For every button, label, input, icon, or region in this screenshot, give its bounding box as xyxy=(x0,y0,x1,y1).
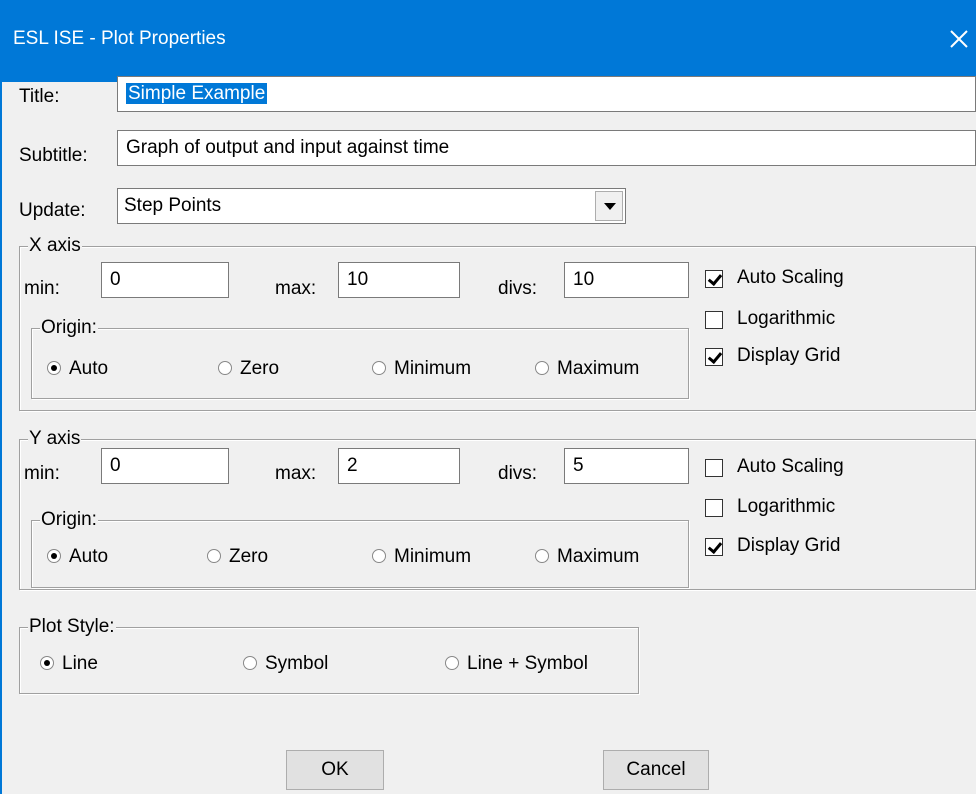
x-max-input[interactable]: 10 xyxy=(338,262,460,298)
title-bar: ESL ISE - Plot Properties xyxy=(0,0,976,82)
y-logarithmic-label: Logarithmic xyxy=(737,496,836,517)
checkbox-checked-icon xyxy=(705,538,723,556)
title-input-value: Simple Example xyxy=(126,83,268,104)
radio-icon xyxy=(535,549,549,563)
radio-selected-icon xyxy=(47,549,61,563)
checkbox-icon xyxy=(705,311,723,329)
x-origin-legend: Origin: xyxy=(40,317,98,339)
title-input[interactable]: Simple Example xyxy=(117,76,976,112)
x-logarithmic-label: Logarithmic xyxy=(737,308,836,329)
checkbox-checked-icon xyxy=(705,348,723,366)
x-min-input[interactable]: 0 xyxy=(101,262,229,298)
x-origin-minimum-label: Minimum xyxy=(394,358,472,379)
y-axis-legend: Y axis xyxy=(28,428,82,450)
radio-selected-icon xyxy=(40,656,54,670)
y-origin-zero-label: Zero xyxy=(229,546,269,567)
x-auto-scaling-label: Auto Scaling xyxy=(737,267,844,288)
y-divs-label: divs: xyxy=(498,463,538,484)
y-auto-scaling-label: Auto Scaling xyxy=(737,456,844,477)
x-origin-maximum-label: Maximum xyxy=(557,358,640,379)
x-origin-zero-label: Zero xyxy=(240,358,280,379)
plot-style-line-label: Line xyxy=(62,653,98,674)
plot-style-line-symbol-label: Line + Symbol xyxy=(467,653,588,674)
y-display-grid-label: Display Grid xyxy=(737,535,841,556)
subtitle-input[interactable]: Graph of output and input against time xyxy=(117,130,976,166)
radio-icon xyxy=(445,656,459,670)
title-label: Title: xyxy=(19,86,60,107)
y-origin-minimum-label: Minimum xyxy=(394,546,472,567)
y-origin-maximum-label: Maximum xyxy=(557,546,640,567)
radio-icon xyxy=(243,656,257,670)
subtitle-label: Subtitle: xyxy=(19,145,88,166)
close-icon[interactable] xyxy=(944,24,974,54)
x-divs-input[interactable]: 10 xyxy=(564,262,689,298)
y-min-label: min: xyxy=(24,463,60,484)
window-border xyxy=(0,82,2,794)
chevron-down-icon[interactable] xyxy=(595,191,623,221)
checkbox-checked-icon xyxy=(705,270,723,288)
y-max-input[interactable]: 2 xyxy=(338,448,460,484)
update-label: Update: xyxy=(19,200,86,221)
update-dropdown[interactable]: Step Points xyxy=(117,188,626,224)
y-origin-auto-label: Auto xyxy=(69,546,109,567)
radio-selected-icon xyxy=(47,361,61,375)
x-display-grid-label: Display Grid xyxy=(737,345,841,366)
x-max-label: max: xyxy=(275,278,317,299)
y-max-label: max: xyxy=(275,463,317,484)
ok-button[interactable]: OK xyxy=(286,750,384,790)
x-divs-label: divs: xyxy=(498,278,538,299)
x-axis-legend: X axis xyxy=(28,235,82,257)
radio-icon xyxy=(372,549,386,563)
x-min-label: min: xyxy=(24,278,60,299)
y-origin-legend: Origin: xyxy=(40,509,98,531)
y-divs-input[interactable]: 5 xyxy=(564,448,689,484)
window-title: ESL ISE - Plot Properties xyxy=(13,28,226,49)
radio-icon xyxy=(218,361,232,375)
checkbox-icon xyxy=(705,459,723,477)
plot-style-symbol-label: Symbol xyxy=(265,653,329,674)
radio-icon xyxy=(207,549,221,563)
x-origin-auto-label: Auto xyxy=(69,358,109,379)
y-min-input[interactable]: 0 xyxy=(101,448,229,484)
radio-icon xyxy=(372,361,386,375)
radio-icon xyxy=(535,361,549,375)
plot-style-legend: Plot Style: xyxy=(28,616,116,638)
cancel-button[interactable]: Cancel xyxy=(603,750,709,790)
checkbox-icon xyxy=(705,499,723,517)
update-dropdown-value: Step Points xyxy=(124,195,222,216)
